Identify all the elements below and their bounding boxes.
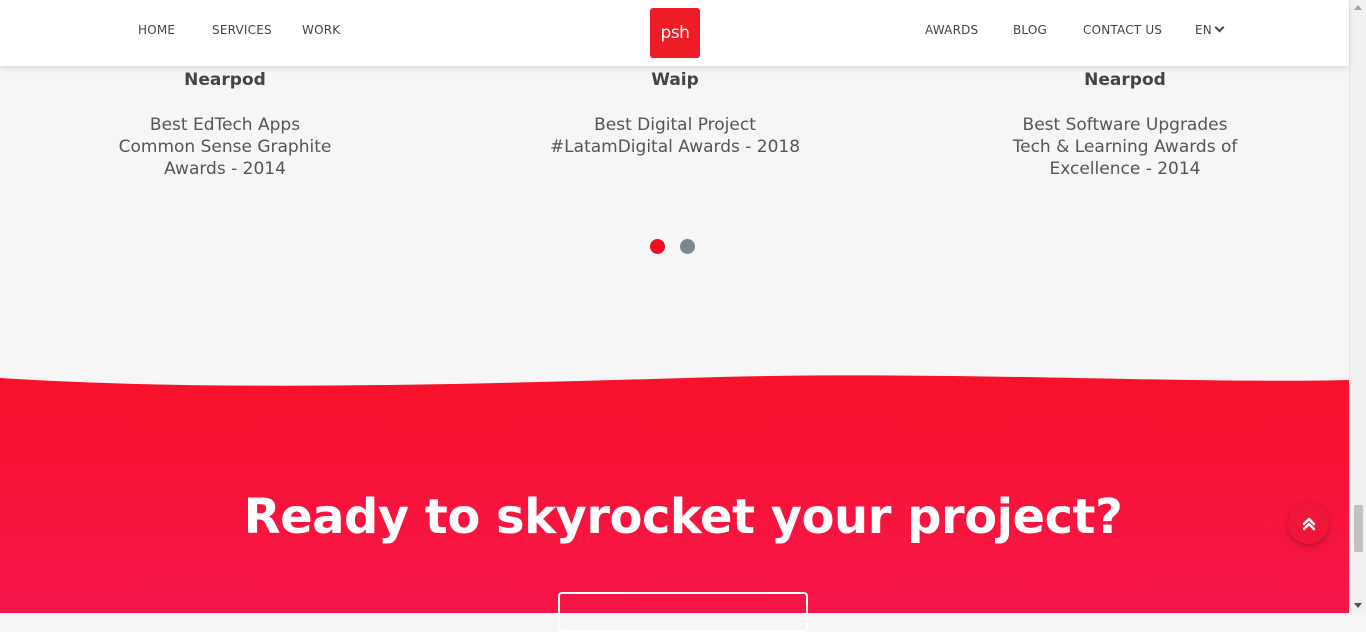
award-line: Best Software Upgrades bbox=[1022, 115, 1228, 135]
award-card: Nearpod Best EdTech Apps Common Sense Gr… bbox=[75, 66, 375, 180]
award-line: Tech & Learning Awards of bbox=[1012, 137, 1238, 157]
award-line: Excellence - 2014 bbox=[1049, 159, 1201, 179]
logo-text: psh bbox=[660, 23, 690, 43]
award-name: Nearpod bbox=[184, 70, 266, 90]
award-line: Common Sense Graphite bbox=[118, 137, 332, 157]
award-card: Nearpod Best Software Upgrades Tech & Le… bbox=[975, 66, 1275, 180]
nav-home-link[interactable]: HOME bbox=[138, 23, 175, 37]
site-header: HOME SERVICES WORK psh AWARDS BLOG CONTA… bbox=[0, 0, 1349, 66]
carousel-dot-2[interactable] bbox=[680, 239, 695, 254]
nav-services-link[interactable]: SERVICES bbox=[212, 23, 272, 37]
logo[interactable]: psh bbox=[650, 8, 700, 58]
carousel-dot-1[interactable] bbox=[650, 239, 665, 254]
award-line: Best Digital Project bbox=[594, 115, 756, 135]
nav-work-link[interactable]: WORK bbox=[302, 23, 340, 37]
award-line: Best EdTech Apps bbox=[149, 115, 301, 135]
scrollbar-thumb[interactable] bbox=[1354, 505, 1363, 552]
cta-heading: Ready to skyrocket your project? bbox=[243, 489, 1123, 545]
award-line: #LatamDigital Awards - 2018 bbox=[549, 137, 801, 157]
back-to-top-button[interactable] bbox=[1288, 503, 1329, 544]
chevron-down-icon bbox=[1214, 22, 1225, 33]
award-description: Best EdTech Apps Common Sense Graphite A… bbox=[75, 114, 375, 180]
award-card: Waip Best Digital Project #LatamDigital … bbox=[525, 66, 825, 158]
award-name: Waip bbox=[651, 70, 699, 90]
language-label: EN bbox=[1195, 23, 1212, 37]
award-description: Best Digital Project #LatamDigital Award… bbox=[525, 114, 825, 158]
cta-button[interactable] bbox=[558, 592, 808, 632]
nav-contact-link[interactable]: CONTACT US bbox=[1083, 23, 1162, 37]
double-chevron-up-icon bbox=[1302, 517, 1315, 530]
page-scrollbar[interactable] bbox=[1349, 0, 1366, 613]
nav-blog-link[interactable]: BLOG bbox=[1013, 23, 1047, 37]
nav-awards-link[interactable]: AWARDS bbox=[925, 23, 978, 37]
scroll-down-arrow-icon[interactable] bbox=[1354, 603, 1362, 608]
award-description: Best Software Upgrades Tech & Learning A… bbox=[975, 114, 1275, 180]
scroll-up-arrow-icon[interactable] bbox=[1354, 5, 1362, 10]
award-line: Awards - 2014 bbox=[164, 159, 286, 179]
award-name: Nearpod bbox=[1084, 70, 1166, 90]
language-selector[interactable]: EN bbox=[1195, 22, 1225, 37]
